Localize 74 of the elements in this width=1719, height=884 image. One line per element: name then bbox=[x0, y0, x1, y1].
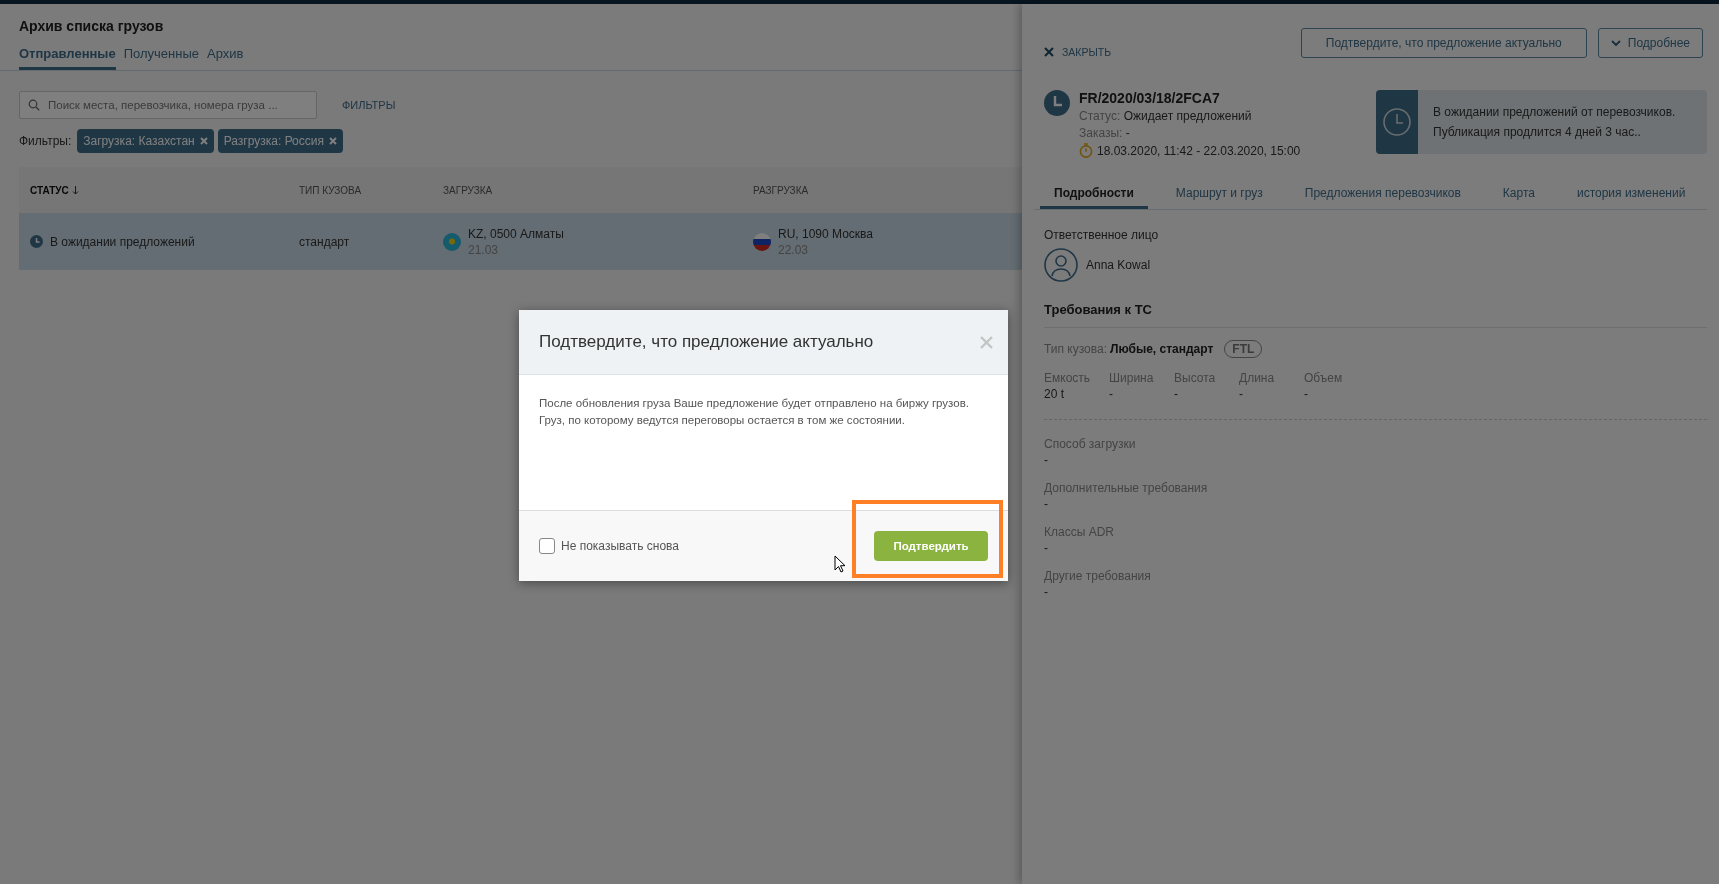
remove-icon[interactable] bbox=[329, 137, 337, 145]
field-label: Тип кузова: bbox=[1044, 342, 1107, 356]
filters-label: Фильтры: bbox=[19, 134, 72, 148]
status-label: Статус: bbox=[1079, 109, 1121, 123]
close-link[interactable]: ЗАКРЫТЬ bbox=[1044, 45, 1112, 58]
field-label: Другие требования bbox=[1044, 569, 1152, 583]
field-value: - bbox=[1304, 387, 1309, 401]
field-label: Высота bbox=[1174, 371, 1217, 385]
avatar-icon bbox=[1044, 248, 1078, 282]
clock-icon bbox=[1044, 90, 1070, 116]
more-button[interactable]: Подробнее bbox=[1597, 28, 1703, 58]
section-title: Требования к ТС bbox=[1044, 302, 1707, 328]
period-text: 18.03.2020, 11:42 - 22.03.2020, 15:00 bbox=[1097, 143, 1301, 158]
orders-value: - bbox=[1125, 126, 1130, 140]
page-title: Архив списка грузов bbox=[19, 18, 165, 34]
chevron-down-icon bbox=[1610, 39, 1621, 47]
field-value: - bbox=[1109, 387, 1114, 401]
column-header[interactable]: РАЗГРУЗКА bbox=[753, 184, 809, 196]
checkbox[interactable] bbox=[539, 538, 555, 554]
field-value: - bbox=[1174, 387, 1179, 401]
column-header[interactable]: ЗАГРУЗКА bbox=[443, 184, 493, 196]
sort-arrow-icon bbox=[71, 185, 79, 195]
remove-icon[interactable] bbox=[199, 137, 208, 145]
clock-icon bbox=[30, 235, 43, 248]
place-text: RU, 1090 Москва bbox=[778, 226, 873, 241]
person-name: Anna Kowal bbox=[1086, 258, 1151, 272]
tab[interactable]: Предложения перевозчиков bbox=[1290, 180, 1475, 209]
field-label: Емкость bbox=[1044, 371, 1092, 385]
close-icon bbox=[1044, 46, 1054, 57]
stopwatch-icon bbox=[1079, 143, 1093, 158]
search-field[interactable]: Поиск места, перевозчика, номера груза ... bbox=[19, 91, 317, 119]
field-label: Классы ADR bbox=[1044, 525, 1115, 539]
field-value: - bbox=[1044, 585, 1049, 599]
field-label: Длина bbox=[1239, 371, 1276, 385]
notice-text: В ожидании предложений от перевозчиков. bbox=[1433, 105, 1676, 119]
filter-chip[interactable]: Разгрузка: Россия bbox=[217, 129, 343, 153]
filter-chip[interactable]: Загрузка: Казахстан bbox=[77, 129, 214, 153]
tab[interactable]: Полученные bbox=[123, 46, 199, 70]
confirm-button[interactable]: Подтвердить bbox=[874, 531, 988, 561]
tab[interactable]: Подробности bbox=[1040, 180, 1148, 209]
table-cell: стандарт bbox=[299, 234, 350, 249]
cargo-number: FR/2020/03/18/2FCA7 bbox=[1079, 90, 1221, 106]
filters-link[interactable]: ФИЛЬТРЫ bbox=[342, 99, 396, 111]
tab[interactable]: Отправленные bbox=[19, 46, 116, 70]
modal-title: Подтвердите, что предложение актуально bbox=[539, 332, 874, 352]
field-value: - bbox=[1044, 453, 1049, 467]
cursor-icon bbox=[834, 555, 846, 573]
tab[interactable]: Карта bbox=[1488, 180, 1549, 209]
confirm-offer-button[interactable]: Подтвердите, что предложение актуально bbox=[1300, 28, 1587, 58]
modal-text: После обновления груза Ваше предложение будет отправлено на биржу грузов. Груз, по которому ведутся переговоры остается в том же состоянии. bbox=[539, 396, 969, 428]
field-label: Объем bbox=[1304, 371, 1344, 385]
tab[interactable]: Архив bbox=[207, 46, 244, 70]
field-label: Способ загрузки bbox=[1044, 437, 1137, 451]
orders-label: Заказы: bbox=[1079, 126, 1123, 140]
clock-icon bbox=[1382, 107, 1412, 137]
field-value: - bbox=[1239, 387, 1244, 401]
column-header[interactable]: ТИП КУЗОВА bbox=[299, 184, 362, 196]
flag-icon bbox=[443, 232, 461, 251]
field-label: Ответственное лицо bbox=[1044, 228, 1160, 242]
field-label: Дополнительные требования bbox=[1044, 481, 1209, 495]
tab[interactable]: история изменений bbox=[1562, 180, 1700, 209]
tab[interactable]: Маршрут и груз bbox=[1161, 180, 1277, 209]
checkbox-label[interactable]: Не показывать снова bbox=[561, 539, 679, 553]
field-value: - bbox=[1044, 541, 1049, 555]
field-value: 20 t bbox=[1044, 387, 1065, 401]
status-value: Ожидает предложений bbox=[1123, 109, 1252, 123]
field-value: Любые, стандарт bbox=[1110, 342, 1214, 356]
field-label: Ширина bbox=[1109, 371, 1155, 385]
table-cell: В ожидании предложений bbox=[50, 234, 195, 249]
notice-text: Публикация продлится 4 дней 3 час.. bbox=[1433, 125, 1642, 139]
flag-icon bbox=[753, 232, 771, 251]
place-text: KZ, 0500 Алматы bbox=[468, 226, 564, 241]
column-header[interactable]: СТАТУС bbox=[30, 184, 69, 196]
field-value: - bbox=[1044, 497, 1049, 511]
